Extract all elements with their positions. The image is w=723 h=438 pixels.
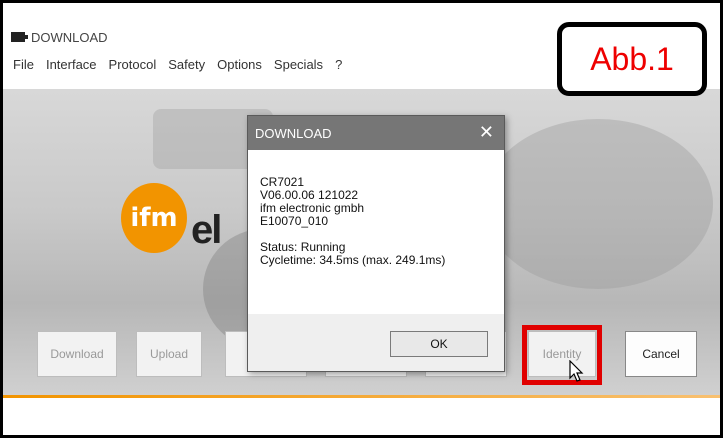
annotation-label: Abb.1 — [557, 22, 707, 96]
menu-specials[interactable]: Specials — [272, 55, 329, 77]
article-number: E10070_010 — [260, 214, 329, 228]
download-dialog: DOWNLOAD ✕ CR7021 V06.00.06 121022 ifm e… — [247, 115, 505, 372]
menu-help[interactable]: ? — [333, 55, 348, 77]
ifm-logo: ifm — [121, 183, 187, 253]
menu-safety[interactable]: Safety — [166, 55, 211, 77]
menu-protocol[interactable]: Protocol — [107, 55, 163, 77]
highlight-box — [522, 325, 602, 385]
menu-file[interactable]: File — [11, 55, 40, 77]
dialog-body: CR7021 V06.00.06 121022 ifm electronic g… — [248, 150, 504, 267]
cancel-button[interactable]: Cancel — [625, 331, 697, 377]
menu-options[interactable]: Options — [215, 55, 268, 77]
upload-button[interactable]: Upload — [136, 331, 202, 377]
dialog-footer: OK — [248, 314, 504, 371]
dialog-title: DOWNLOAD — [255, 125, 332, 141]
ok-button[interactable]: OK — [390, 331, 488, 357]
mouse-cursor-icon — [569, 360, 584, 382]
rock-shape — [483, 119, 713, 289]
app-icon — [11, 32, 28, 42]
brand-partial-text: el — [191, 208, 222, 252]
status-area — [3, 398, 720, 435]
menu-interface[interactable]: Interface — [44, 55, 103, 77]
dialog-title-bar: DOWNLOAD ✕ — [248, 116, 504, 150]
menu-bar: File Interface Protocol Safety Options S… — [11, 55, 352, 77]
close-icon[interactable]: ✕ — [479, 122, 494, 143]
download-button[interactable]: Download — [37, 331, 117, 377]
window-title: DOWNLOAD — [31, 29, 108, 45]
cycletime-text: Cycletime: 34.5ms (max. 249.1ms) — [260, 253, 446, 267]
title-bar: DOWNLOAD — [11, 27, 108, 47]
